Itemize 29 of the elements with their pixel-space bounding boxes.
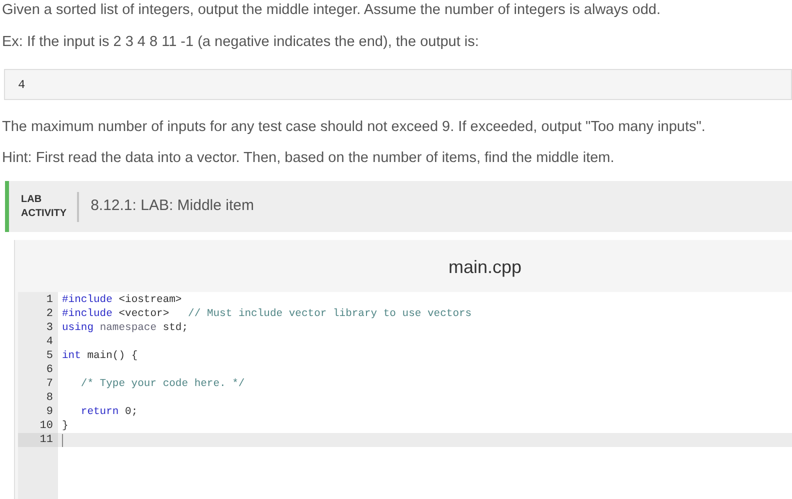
line-number: 8 — [46, 391, 53, 405]
lab-label: LAB — [21, 192, 43, 206]
code-line: #include <iostream> — [62, 293, 182, 307]
lab-title: 8.12.1: LAB: Middle item — [90, 196, 254, 216]
line-number: 1 — [46, 293, 53, 307]
file-name: main.cpp — [448, 256, 522, 279]
line-number: 7 — [46, 377, 53, 391]
code-line: using namespace std; — [62, 321, 188, 335]
code-line: return 0; — [80, 405, 138, 419]
line-number: 5 — [46, 349, 53, 363]
line-number: 3 — [46, 321, 53, 335]
line-number: 11 — [40, 433, 53, 447]
code-line: int main() { — [62, 349, 138, 363]
instruction-text: Ex: If the input is 2 3 4 8 11 -1 (a negative indicates the end), the output is: — [2, 33, 480, 51]
instruction-text: Hint: First read the data into a vector. Then, based on the number of items, find the middle item. — [2, 149, 616, 167]
line-number: 9 — [46, 405, 53, 419]
instruction-text: The maximum number of inputs for any test case should not exceed 9. If exceeded, output "Too many inputs". — [2, 118, 706, 136]
code-line: #include <vector> // Must include vector library to use vectors — [62, 307, 472, 321]
code-editor[interactable]: 1 2 3 4 5 6 7 8 9 10 11 #include <iostream> #include <vector> // Must include vector library to use vectors using namespace std; int main() { /* Type your code here. */ return 0; } — [18, 292, 792, 499]
line-number: 2 — [46, 307, 53, 321]
line-number: 4 — [46, 335, 53, 349]
text-cursor — [62, 434, 63, 446]
lab-label: ACTIVITY — [21, 206, 67, 220]
output-example: 4 — [4, 69, 792, 100]
instruction-text: Given a sorted list of integers, output the middle integer. Assume the number of integers is always odd. — [2, 1, 662, 19]
line-number: 6 — [46, 363, 53, 377]
line-number: 10 — [40, 419, 53, 433]
code-line: } — [62, 419, 68, 433]
code-line: /* Type your code here. */ — [80, 377, 245, 391]
